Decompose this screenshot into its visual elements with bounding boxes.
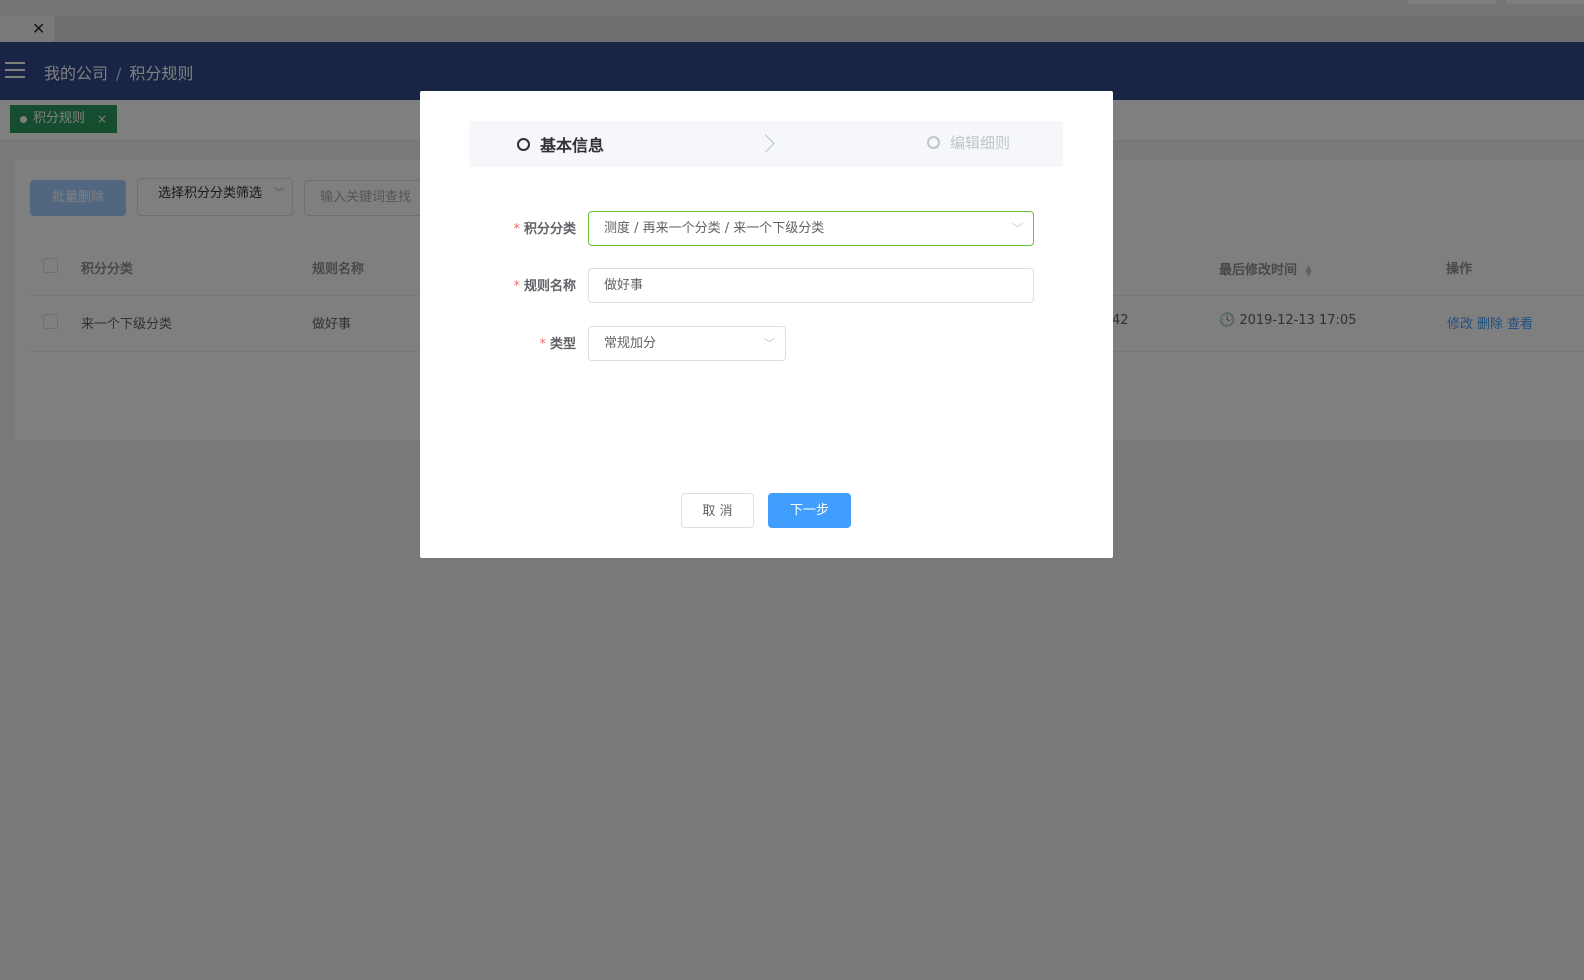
rule-name-input[interactable]: 做好事 [588, 268, 1034, 303]
category-value: 测度 / 再来一个分类 / 来一个下级分类 [604, 221, 825, 236]
step-circle-icon [927, 136, 940, 149]
steps-bar: 基本信息 编辑细则 [469, 121, 1063, 167]
chevron-down-icon: ﹀ [764, 337, 775, 350]
next-step-button[interactable]: 下一步 [768, 493, 851, 528]
category-label-text: 积分分类 [523, 222, 576, 237]
required-mark: * [513, 222, 520, 237]
step-basic-info: 基本信息 [517, 132, 604, 156]
type-value: 常规加分 [604, 336, 657, 351]
category-cascader[interactable]: 测度 / 再来一个分类 / 来一个下级分类 ﹀ [588, 211, 1034, 246]
required-mark: * [539, 337, 546, 352]
chevron-down-icon: ﹀ [1012, 222, 1023, 235]
type-select[interactable]: 常规加分 ﹀ [588, 326, 786, 361]
step-label: 基本信息 [540, 136, 605, 155]
step-circle-icon [517, 137, 530, 151]
required-mark: * [513, 279, 520, 294]
rule-name-label: * 规则名称 [420, 275, 576, 294]
type-label: * 类型 [420, 333, 576, 352]
chevron-right-icon [756, 134, 775, 153]
category-label: * 积分分类 [420, 218, 576, 237]
rule-name-label-text: 规则名称 [523, 279, 576, 294]
step-label: 编辑细则 [950, 134, 1011, 152]
step-edit-details: 编辑细则 [927, 132, 1010, 153]
type-label-text: 类型 [549, 337, 576, 352]
cancel-button[interactable]: 取 消 [681, 493, 754, 528]
rule-dialog: 基本信息 编辑细则 * 积分分类 测度 / 再来一个分类 / 来一个下级分类 ﹀ … [420, 91, 1113, 558]
